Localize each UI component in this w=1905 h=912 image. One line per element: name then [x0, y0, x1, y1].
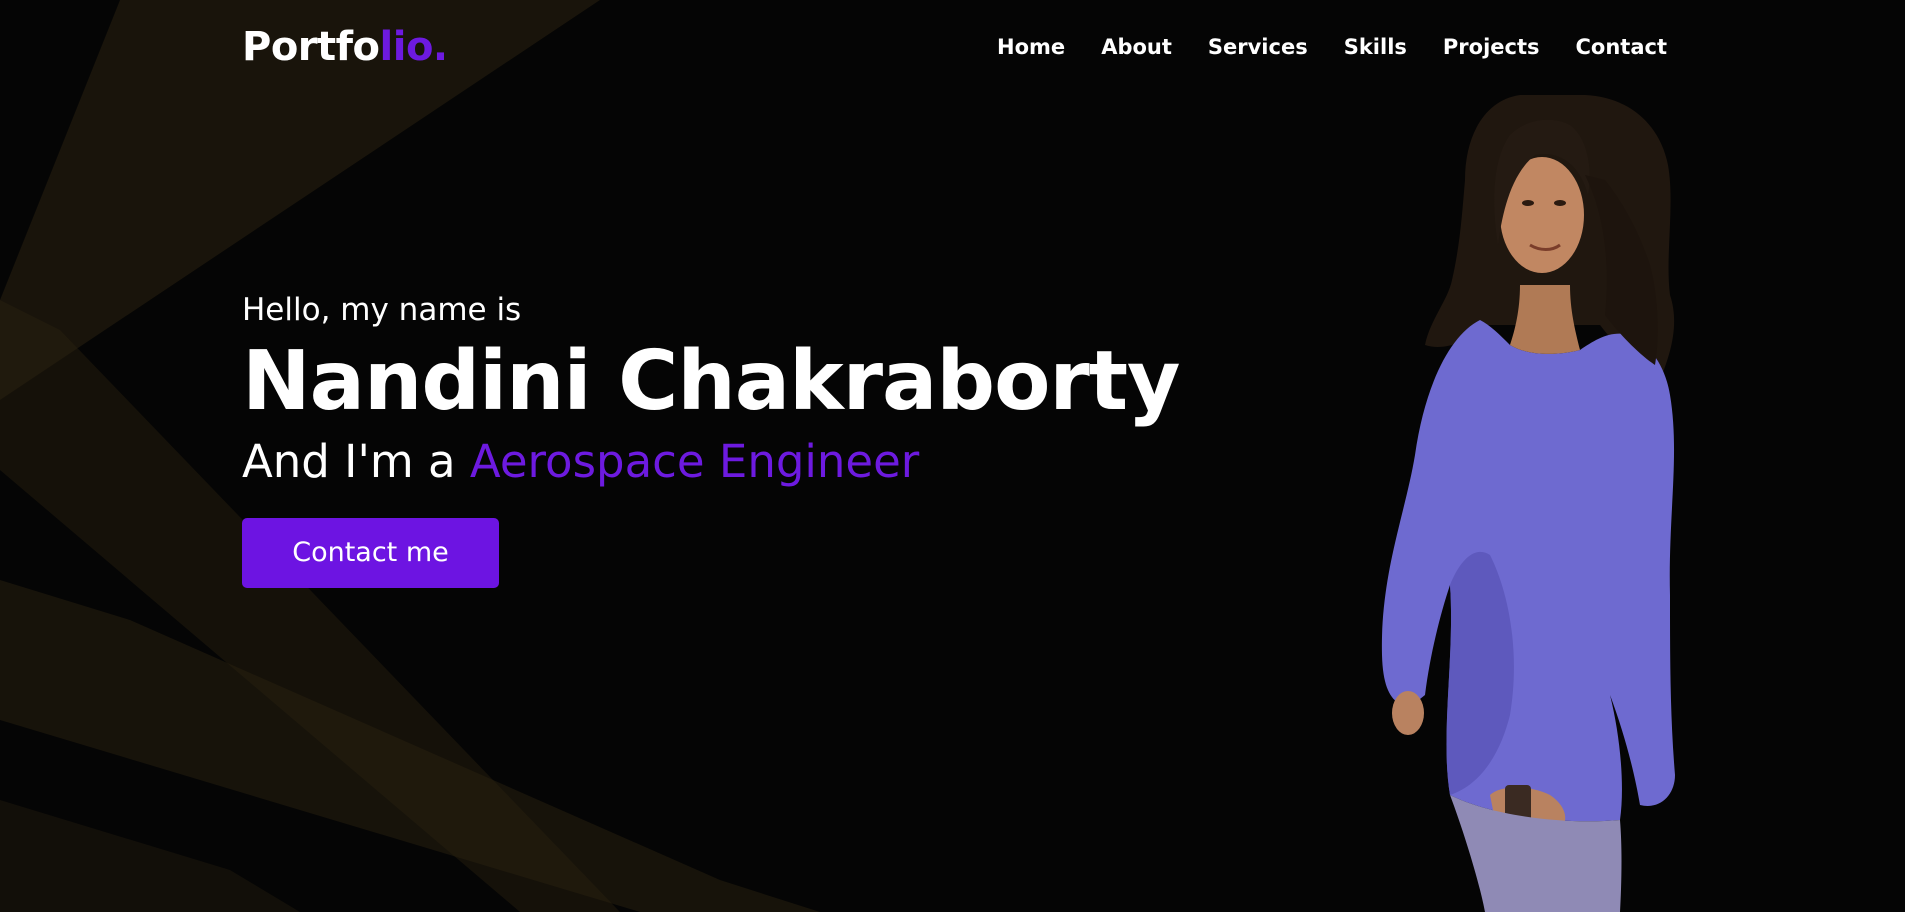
nav-item-services[interactable]: Services [1208, 32, 1308, 62]
logo-accent-text: lio. [379, 24, 449, 70]
portfolio-page: Portfolio. Home About Services Skills Pr… [0, 0, 1905, 912]
hero-name: Nandini Chakraborty [242, 334, 1180, 429]
profile-photo [1381, 95, 1675, 912]
photo-hand-left [1392, 691, 1424, 735]
nav-item-projects[interactable]: Projects [1443, 32, 1540, 62]
photo-sweater [1381, 320, 1675, 822]
contact-me-button[interactable]: Contact me [242, 518, 499, 588]
background-stripe [0, 800, 300, 912]
hero-greeting: Hello, my name is [242, 292, 522, 328]
hero-role-prefix: And I'm a [242, 435, 470, 488]
navbar: Portfolio. Home About Services Skills Pr… [0, 0, 1905, 94]
hero-intro: Hello, my name is Nandini Chakraborty An… [242, 290, 1180, 588]
nav-item-about[interactable]: About [1101, 32, 1172, 62]
logo[interactable]: Portfolio. [242, 22, 448, 72]
photo-eye-left [1522, 200, 1534, 206]
photo-neck [1510, 285, 1580, 354]
nav-item-home[interactable]: Home [997, 32, 1065, 62]
hero-role: And I'm a Aerospace Engineer [242, 432, 1180, 492]
logo-main-text: Portfo [242, 24, 380, 70]
hero-role-title: Aerospace Engineer [469, 435, 920, 488]
nav-menu: Home About Services Skills Projects Cont… [961, 32, 1667, 62]
photo-eye-right [1554, 200, 1566, 206]
nav-item-contact[interactable]: Contact [1576, 32, 1668, 62]
nav-item-skills[interactable]: Skills [1344, 32, 1407, 62]
